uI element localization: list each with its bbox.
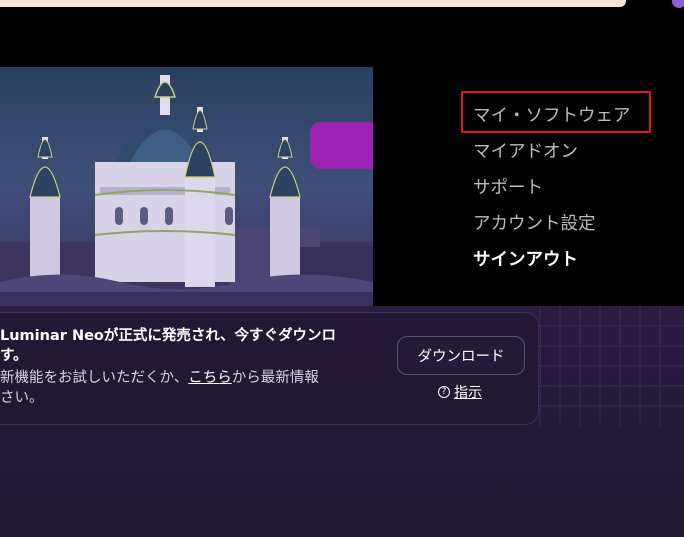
menu-item-my-addons[interactable]: マイアドオン: [473, 138, 578, 163]
promo-tab[interactable]: [310, 122, 373, 169]
menu-item-account-settings[interactable]: アカウント設定: [473, 210, 596, 235]
instructions-link[interactable]: ? 指示: [438, 381, 482, 403]
notice-title-line1: Luminar Neoが正式に発売され、今すぐダウンロ: [0, 328, 337, 344]
notice-body: 新機能をお試しいただくか、こちらから最新情報 さい。: [0, 368, 319, 408]
profile-avatar[interactable]: [672, 0, 684, 8]
hero-church-image: [0, 67, 373, 306]
menu-item-sign-out[interactable]: サインアウト: [473, 246, 578, 271]
notice-body-text: 新機能をお試しいただくか、: [0, 370, 189, 386]
notice-title-line2: す。: [0, 348, 28, 364]
menu-item-support[interactable]: サポート: [473, 174, 543, 199]
question-circle-icon: ?: [438, 386, 450, 398]
menu-item-my-software[interactable]: マイ・ソフトウェア: [473, 102, 631, 127]
download-button[interactable]: ダウンロード: [397, 336, 525, 375]
notice-title: Luminar Neoが正式に発売され、今すぐダウンロ す。: [0, 326, 336, 366]
notice-body-line2: さい。: [0, 390, 44, 406]
notice-body-line1: 新機能をお試しいただくか、こちらから最新情報: [0, 368, 319, 388]
here-link[interactable]: こちら: [188, 370, 232, 386]
notice-body-text-after: から最新情報: [231, 370, 319, 386]
church-illustration: [0, 67, 373, 306]
browser-address-bar: [0, 0, 626, 7]
instructions-label: 指示: [454, 385, 482, 401]
browser-top-strip: [0, 0, 684, 10]
